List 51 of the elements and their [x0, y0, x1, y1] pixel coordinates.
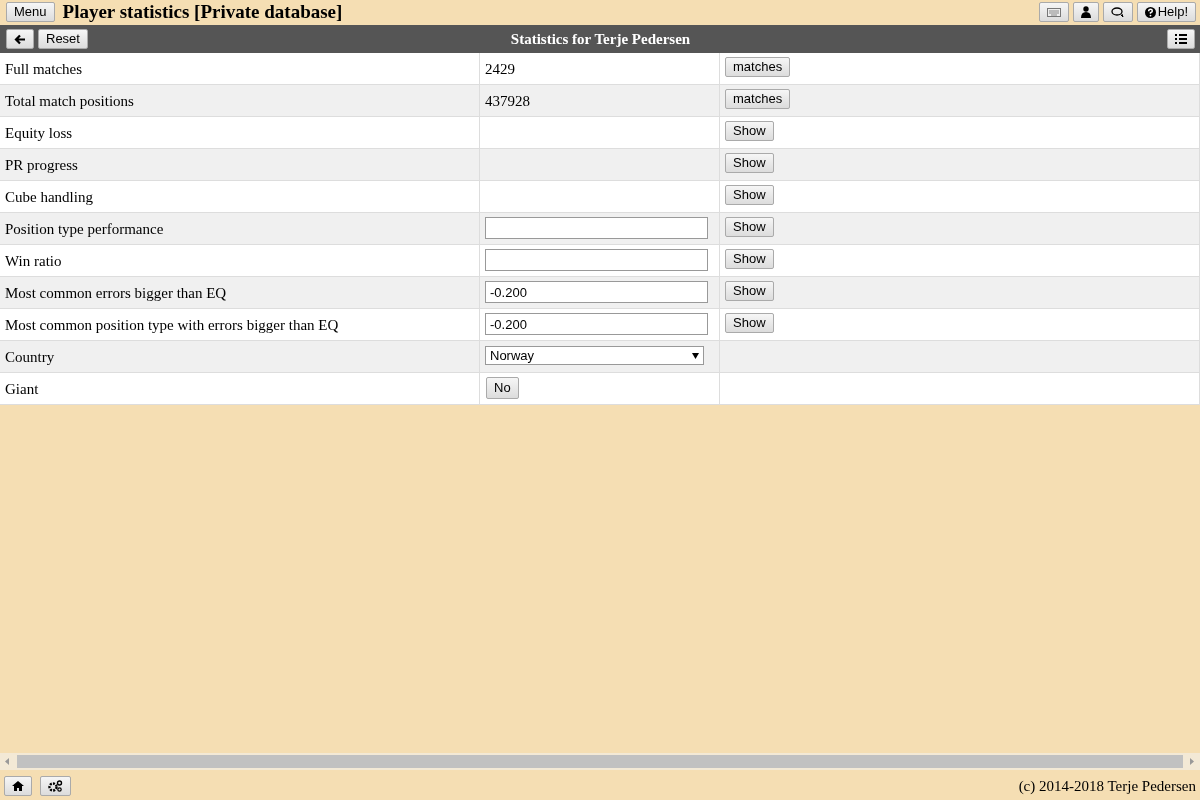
copyright-text: (c) 2014-2018 Terje Pedersen — [1018, 776, 1196, 796]
row-value: 437928 — [485, 92, 530, 111]
show-button[interactable]: Show — [725, 217, 774, 237]
country-dropdown[interactable]: Norway — [485, 346, 704, 365]
toggle-button[interactable]: No — [486, 377, 519, 399]
text-input-field[interactable] — [485, 249, 708, 271]
gears-icon — [48, 780, 63, 792]
toolbar-title: Statistics for Terje Pedersen — [510, 29, 691, 49]
left-arrow-icon — [14, 33, 26, 45]
text-input-field[interactable]: -0.200 — [485, 313, 708, 335]
show-button[interactable]: Show — [725, 249, 774, 269]
reset-button[interactable]: Reset — [38, 29, 88, 49]
row-label: Equity loss — [5, 124, 73, 143]
show-button[interactable]: Show — [725, 313, 774, 333]
home-button[interactable] — [4, 776, 32, 796]
matches-button[interactable]: matches — [725, 89, 791, 109]
row-value: 2429 — [485, 60, 515, 79]
user-button[interactable] — [1072, 2, 1099, 22]
speech-bubbles-icon — [1110, 6, 1125, 18]
show-button[interactable]: Show — [725, 185, 774, 205]
keyboard-icon — [1046, 7, 1061, 17]
row-label: PR progress — [5, 156, 78, 175]
row-label: Win ratio — [5, 252, 62, 271]
text-input-field[interactable] — [485, 217, 708, 239]
list-icon — [1175, 34, 1187, 44]
user-icon — [1080, 6, 1091, 18]
keyboard-button[interactable] — [1038, 2, 1069, 22]
menu-button[interactable]: Menu — [6, 2, 55, 22]
question-icon — [1144, 6, 1156, 18]
show-button[interactable]: Show — [725, 121, 774, 141]
row-label: Most common position type with errors bigger than EQ — [5, 316, 339, 335]
show-button[interactable]: Show — [725, 153, 774, 173]
chat-button[interactable] — [1102, 2, 1133, 22]
list-button[interactable] — [1167, 29, 1195, 49]
row-label: Country — [5, 348, 55, 367]
text-input-field[interactable]: -0.200 — [485, 281, 708, 303]
dropdown-arrow-icon — [692, 352, 699, 359]
horizontal-scrollbar[interactable] — [0, 753, 1200, 770]
row-label: Cube handling — [5, 188, 93, 207]
row-label: Position type performance — [5, 220, 164, 239]
row-label: Total match positions — [5, 92, 134, 111]
row-label: Full matches — [5, 60, 83, 79]
back-button[interactable] — [6, 29, 34, 49]
row-label: Giant — [5, 380, 39, 399]
matches-button[interactable]: matches — [725, 57, 791, 77]
settings-button[interactable] — [40, 776, 71, 796]
page-title: Player statistics [Private database] — [62, 2, 343, 22]
home-icon — [12, 781, 24, 791]
show-button[interactable]: Show — [725, 281, 774, 301]
help-button[interactable]: Help! — [1136, 2, 1196, 22]
row-label: Most common errors bigger than EQ — [5, 284, 227, 303]
